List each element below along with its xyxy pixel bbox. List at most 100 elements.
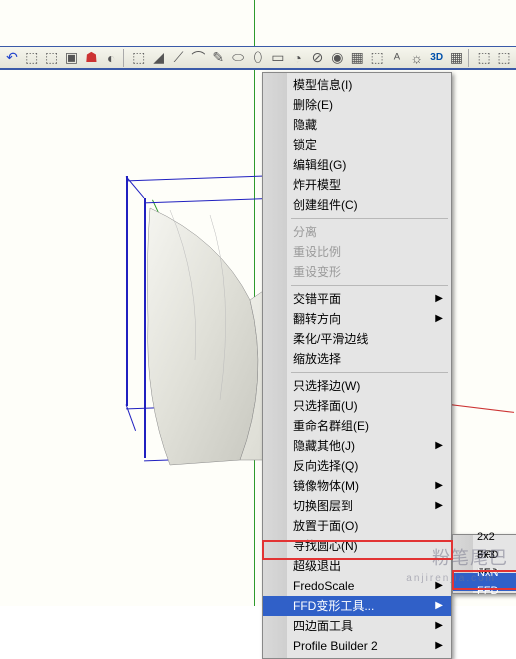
menu-item-label: 寻找圆心(N) [293, 536, 358, 556]
menu-item-label: Profile Builder 2 [293, 636, 378, 656]
menu-item: 重设比例 [263, 242, 451, 262]
sun-icon[interactable]: ☼ [407, 48, 427, 68]
menu-item-label: 重设比例 [293, 242, 341, 262]
tool-icon[interactable]: ᴬ [387, 48, 407, 68]
context-menu: 模型信息(I)删除(E)隐藏锁定编辑组(G)炸开模型创建组件(C) 分离重设比例… [262, 72, 452, 659]
submenu-arrow-icon: ▶ [435, 576, 443, 596]
ffd-submenu: 2x2 FFD3x3 FFDNxN FFD [452, 534, 516, 594]
tool-icon[interactable]: ⬚ [129, 48, 149, 68]
arc-icon[interactable]: ⌒ [188, 48, 208, 68]
tool-icon[interactable]: ▦ [447, 48, 467, 68]
menu-item[interactable]: FredoScale ▶ [263, 576, 451, 596]
menu-item-label: 模型信息(I) [293, 75, 352, 95]
tool-icon[interactable]: ⬚ [494, 48, 514, 68]
menu-item-label: 切换图层到 [293, 496, 353, 516]
tool-icon[interactable]: ⬭ [228, 48, 248, 68]
tool-icon[interactable]: ▦ [347, 48, 367, 68]
menu-item: 分离 [263, 222, 451, 242]
menu-item-label: 创建组件(C) [293, 195, 358, 215]
3d-icon[interactable]: 3D [427, 48, 447, 68]
menu-item-label: 删除(E) [293, 95, 333, 115]
tool-icon[interactable]: ▭ [268, 48, 288, 68]
cube-edge [126, 176, 128, 406]
menu-item-label: 超级退出 [293, 556, 341, 576]
submenu-arrow-icon: ▶ [435, 616, 443, 636]
submenu-arrow-icon: ▶ [435, 596, 443, 616]
menu-item[interactable]: 编辑组(G) [263, 155, 451, 175]
menu-item-label: 隐藏 [293, 115, 317, 135]
separator [123, 49, 127, 67]
menu-item[interactable]: 隐藏其他(J) ▶ [263, 436, 451, 456]
submenu-arrow-icon: ▶ [435, 289, 443, 309]
menu-item[interactable]: 模型信息(I) [263, 75, 451, 95]
tool-icon[interactable]: ◔ [288, 48, 308, 68]
menu-item[interactable]: 反向选择(Q) [263, 456, 451, 476]
menu-item[interactable]: 放置于面(O) [263, 516, 451, 536]
menu-item[interactable]: 切换图层到 ▶ [263, 496, 451, 516]
menu-item-label: 柔化/平滑边线 [293, 329, 368, 349]
menu-item-label: 放置于面(O) [293, 516, 358, 536]
menu-item-label: 反向选择(Q) [293, 456, 358, 476]
menu-item-label: 四边面工具 [293, 616, 353, 636]
tool-icon[interactable]: ◐ [101, 48, 121, 68]
tool-icon[interactable]: ⬚ [22, 48, 42, 68]
menu-item[interactable]: 镜像物体(M) ▶ [263, 476, 451, 496]
submenu-arrow-icon: ▶ [435, 636, 443, 656]
menu-item-label: 镜像物体(M) [293, 476, 359, 496]
tool-icon[interactable]: ◢ [149, 48, 169, 68]
submenu-arrow-icon: ▶ [435, 496, 443, 516]
menu-item[interactable]: 炸开模型 [263, 175, 451, 195]
menu-item-label: 隐藏其他(J) [293, 436, 355, 456]
menu-item[interactable]: 重命名群组(E) [263, 416, 451, 436]
tool-icon[interactable]: ☗ [81, 48, 101, 68]
menu-item-label: 分离 [293, 222, 317, 242]
tool-icon[interactable]: ⬯ [248, 48, 268, 68]
menu-item[interactable]: 四边面工具 ▶ [263, 616, 451, 636]
tool-icon[interactable]: ◉ [327, 48, 347, 68]
menu-item[interactable]: 寻找圆心(N) [263, 536, 451, 556]
menu-item[interactable]: 翻转方向 ▶ [263, 309, 451, 329]
menu-item[interactable]: 隐藏 [263, 115, 451, 135]
menu-item-label: 交错平面 [293, 289, 341, 309]
menu-separator [291, 372, 448, 373]
undo-icon[interactable]: ↶ [2, 48, 22, 68]
pencil-icon[interactable]: ✎ [208, 48, 228, 68]
submenu-arrow-icon: ▶ [435, 309, 443, 329]
menu-item[interactable]: Profile Builder 2 ▶ [263, 636, 451, 656]
menu-item-label: 只选择边(W) [293, 376, 360, 396]
menu-item-label: NxN FFD [477, 564, 513, 600]
menu-item-label: 重设变形 [293, 262, 341, 282]
menu-item[interactable]: 锁定 [263, 135, 451, 155]
submenu-arrow-icon: ▶ [435, 476, 443, 496]
menu-item-label: FredoScale [293, 576, 354, 596]
menu-item[interactable]: 缩放选择 [263, 349, 451, 369]
menu-item[interactable]: 柔化/平滑边线 [263, 329, 451, 349]
menu-item-label: 翻转方向 [293, 309, 341, 329]
menu-item[interactable]: 创建组件(C) [263, 195, 451, 215]
menu-item-label: 炸开模型 [293, 175, 341, 195]
submenu-arrow-icon: ▶ [435, 436, 443, 456]
menu-item-label: FFD变形工具... [293, 596, 374, 616]
menu-item[interactable]: NxN FFD [453, 573, 516, 591]
main-toolbar: ↶ ⬚ ⬚ ▣ ☗ ◐ ⬚ ◢ ⟋ ⌒ ✎ ⬭ ⬯ ▭ ◔ ⊘ ◉ ▦ ⬚ ᴬ … [0, 46, 516, 70]
menu-item-label: 只选择面(U) [293, 396, 358, 416]
menu-item[interactable]: FFD变形工具... ▶ [263, 596, 451, 616]
tool-icon[interactable]: ⊘ [308, 48, 328, 68]
tool-icon[interactable]: ⬚ [42, 48, 62, 68]
menu-item-label: 重命名群组(E) [293, 416, 369, 436]
menu-item[interactable]: 只选择面(U) [263, 396, 451, 416]
menu-item-label: 缩放选择 [293, 349, 341, 369]
menu-item[interactable]: 超级退出 [263, 556, 451, 576]
tool-icon[interactable]: ⬚ [474, 48, 494, 68]
separator [468, 49, 472, 67]
menu-item: 重设变形 [263, 262, 451, 282]
menu-item-label: 锁定 [293, 135, 317, 155]
tool-icon[interactable]: ⬚ [367, 48, 387, 68]
menu-separator [291, 218, 448, 219]
menu-item[interactable]: 交错平面 ▶ [263, 289, 451, 309]
menu-item[interactable]: 删除(E) [263, 95, 451, 115]
tool-icon[interactable]: ▣ [62, 48, 82, 68]
menu-item-label: 编辑组(G) [293, 155, 346, 175]
menu-item[interactable]: 只选择边(W) [263, 376, 451, 396]
line-icon[interactable]: ⟋ [169, 48, 189, 68]
